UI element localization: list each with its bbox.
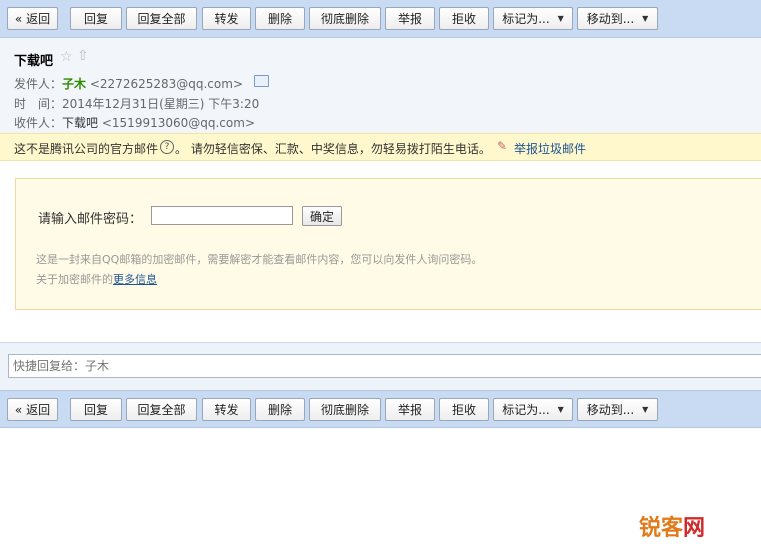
bottom-toolbar: « 返回 回复 回复全部 转发 删除 彻底删除 举报 拒收 标记为... ▼ 移… bbox=[0, 390, 761, 428]
delete-button[interactable]: 删除 bbox=[255, 398, 305, 421]
mark-as-dropdown[interactable]: 标记为... ▼ bbox=[493, 7, 573, 30]
quick-reply-input[interactable] bbox=[8, 354, 761, 378]
time-label: 时 间： bbox=[14, 97, 63, 111]
reply-button[interactable]: 回复 bbox=[70, 398, 122, 421]
from-label: 发件人： bbox=[14, 77, 63, 91]
not-official-text: 这不是腾讯公司的官方邮件 bbox=[14, 142, 159, 156]
report-button[interactable]: 举报 bbox=[385, 398, 435, 421]
reply-all-button[interactable]: 回复全部 bbox=[126, 7, 197, 30]
mark-as-label: 标记为... bbox=[502, 12, 550, 26]
help-icon[interactable]: ? bbox=[160, 140, 174, 154]
star-icon[interactable]: ☆ bbox=[60, 49, 73, 65]
report-button[interactable]: 举报 bbox=[385, 7, 435, 30]
encrypted-description: 这是一封来自QQ邮箱的加密邮件，需要解密才能查看邮件内容，您可以向发件人询问密码… bbox=[36, 253, 483, 266]
contact-card-icon[interactable] bbox=[254, 75, 269, 87]
forward-button[interactable]: 转发 bbox=[202, 7, 251, 30]
reject-button[interactable]: 拒收 bbox=[439, 7, 489, 30]
chevron-down-icon: ▼ bbox=[557, 405, 564, 414]
top-toolbar: « 返回 回复 回复全部 转发 删除 彻底删除 举报 拒收 标记为... ▼ 移… bbox=[0, 0, 761, 38]
mark-as-dropdown[interactable]: 标记为... ▼ bbox=[493, 398, 573, 421]
caution-text: 。 请勿轻信密保、汇款、中奖信息，勿轻易拨打陌生电话。 bbox=[175, 142, 491, 156]
site-watermark: 锐客网 bbox=[639, 510, 705, 542]
sender-address: <2272625283@qq.com> bbox=[89, 77, 243, 91]
watermark-part1: 锐客 bbox=[639, 516, 684, 541]
password-prompt: 请输入邮件密码： bbox=[38, 212, 143, 227]
watermark-part2: 网 bbox=[683, 516, 706, 541]
report-spam-link[interactable]: 举报垃圾邮件 bbox=[514, 140, 586, 157]
back-button[interactable]: « 返回 bbox=[7, 398, 58, 421]
reject-button[interactable]: 拒收 bbox=[439, 398, 489, 421]
encrypted-mail-panel: 请输入邮件密码： 确定 这是一封来自QQ邮箱的加密邮件，需要解密才能查看邮件内容… bbox=[15, 178, 761, 310]
mail-password-input[interactable] bbox=[151, 206, 293, 225]
chevron-down-icon: ▼ bbox=[642, 405, 649, 414]
security-warning-bar: 这不是腾讯公司的官方邮件 ? 。 请勿轻信密保、汇款、中奖信息，勿轻易拨打陌生电… bbox=[0, 133, 761, 161]
to-label: 收件人： bbox=[14, 116, 63, 130]
move-to-label: 移动到... bbox=[586, 403, 635, 417]
sender-name[interactable]: 子木 bbox=[62, 77, 86, 91]
back-button[interactable]: « 返回 bbox=[7, 7, 58, 30]
reply-button[interactable]: 回复 bbox=[70, 7, 122, 30]
forward-button[interactable]: 转发 bbox=[202, 398, 251, 421]
time-value: 2014年12月31日(星期三) 下午3:20 bbox=[62, 97, 260, 111]
more-info-prefix: 关于加密邮件的 bbox=[36, 273, 113, 286]
move-to-label: 移动到... bbox=[586, 12, 635, 26]
delete-forever-button[interactable]: 彻底删除 bbox=[309, 7, 381, 30]
mail-header: 下载吧 ☆ ⇧ 发件人：子木 <2272625283@qq.com> 时 间：2… bbox=[0, 38, 761, 133]
chevron-down-icon: ▼ bbox=[557, 14, 564, 23]
reply-all-button[interactable]: 回复全部 bbox=[126, 398, 197, 421]
recipient-address: <1519913060@qq.com> bbox=[101, 116, 255, 130]
more-info-link[interactable]: 更多信息 bbox=[113, 273, 157, 286]
chevron-down-icon: ▼ bbox=[642, 14, 649, 23]
recipient-name[interactable]: 下载吧 bbox=[62, 116, 98, 130]
mark-as-label: 标记为... bbox=[502, 403, 550, 417]
move-to-dropdown[interactable]: 移动到... ▼ bbox=[577, 398, 658, 421]
arrow-up-icon[interactable]: ⇧ bbox=[77, 48, 89, 64]
delete-forever-button[interactable]: 彻底删除 bbox=[309, 398, 381, 421]
to-row: 收件人：下载吧 <1519913060@qq.com> bbox=[14, 114, 255, 131]
from-row: 发件人：子木 <2272625283@qq.com> bbox=[14, 75, 243, 92]
confirm-button[interactable]: 确定 bbox=[302, 206, 342, 226]
delete-button[interactable]: 删除 bbox=[255, 7, 305, 30]
report-spam-icon[interactable]: ✎ bbox=[497, 139, 507, 153]
quick-reply-area bbox=[0, 343, 761, 390]
time-row: 时 间：2014年12月31日(星期三) 下午3:20 bbox=[14, 95, 259, 112]
more-info-row: 关于加密邮件的更多信息 bbox=[36, 271, 157, 287]
move-to-dropdown[interactable]: 移动到... ▼ bbox=[577, 7, 658, 30]
mail-subject: 下载吧 bbox=[14, 54, 54, 69]
